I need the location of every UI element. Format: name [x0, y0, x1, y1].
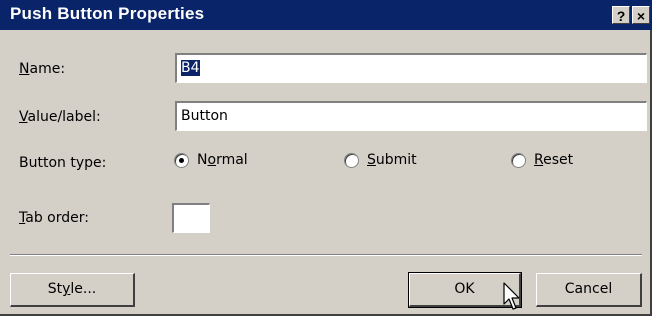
style-button-prefix: St: [47, 281, 63, 297]
radio-reset-accelerator: R: [534, 152, 544, 168]
style-button[interactable]: Style...: [10, 273, 135, 307]
push-button-properties-dialog: Push Button Properties ? × Name: B4 Valu…: [0, 0, 652, 316]
radio-normal-label-rest: rmal: [216, 152, 248, 168]
cancel-button[interactable]: Cancel: [536, 273, 642, 307]
name-label-accelerator: N: [19, 61, 30, 77]
name-label-text: ame:: [29, 61, 66, 77]
radio-selected-dot: [179, 157, 184, 163]
radio-normal-circle[interactable]: [174, 152, 189, 168]
radio-submit-accelerator: S: [367, 152, 376, 168]
value-label-accelerator: V: [19, 109, 28, 125]
radio-normal-label-prefix: N: [197, 152, 208, 168]
radio-normal-accelerator: o: [207, 152, 217, 168]
tab-order-field[interactable]: [172, 203, 210, 233]
button-type-label: Button type:: [19, 155, 107, 171]
mouse-pointer-icon: [503, 282, 520, 310]
style-button-rest: le...: [70, 281, 97, 297]
radio-submit-circle[interactable]: [344, 152, 359, 168]
value-label-field-value: Button: [181, 108, 228, 124]
close-icon[interactable]: ×: [632, 6, 650, 24]
help-icon[interactable]: ?: [612, 6, 630, 24]
radio-submit-label: Submit: [367, 152, 417, 168]
separator-line: [10, 254, 642, 256]
radio-reset[interactable]: Reset: [511, 152, 573, 168]
value-label-label: Value/label:: [19, 109, 101, 125]
tab-order-label-text: ab order:: [25, 210, 89, 226]
value-label-field[interactable]: Button: [175, 101, 647, 131]
value-label-text: alue/label:: [27, 109, 101, 125]
window-title: Push Button Properties: [10, 4, 205, 23]
title-bar[interactable]: Push Button Properties ? ×: [0, 0, 652, 30]
radio-reset-label: Reset: [534, 152, 573, 168]
radio-submit-label-rest: ubmit: [375, 152, 417, 168]
radio-normal-label: Normal: [197, 152, 248, 168]
radio-reset-circle[interactable]: [511, 152, 526, 168]
name-field-value: B4: [181, 60, 200, 76]
radio-normal[interactable]: Normal: [174, 152, 248, 168]
name-field[interactable]: B4: [175, 53, 647, 83]
tab-order-label: Tab order:: [19, 210, 89, 226]
radio-submit[interactable]: Submit: [344, 152, 417, 168]
radio-reset-label-rest: eset: [543, 152, 574, 168]
name-label: Name:: [19, 61, 65, 77]
